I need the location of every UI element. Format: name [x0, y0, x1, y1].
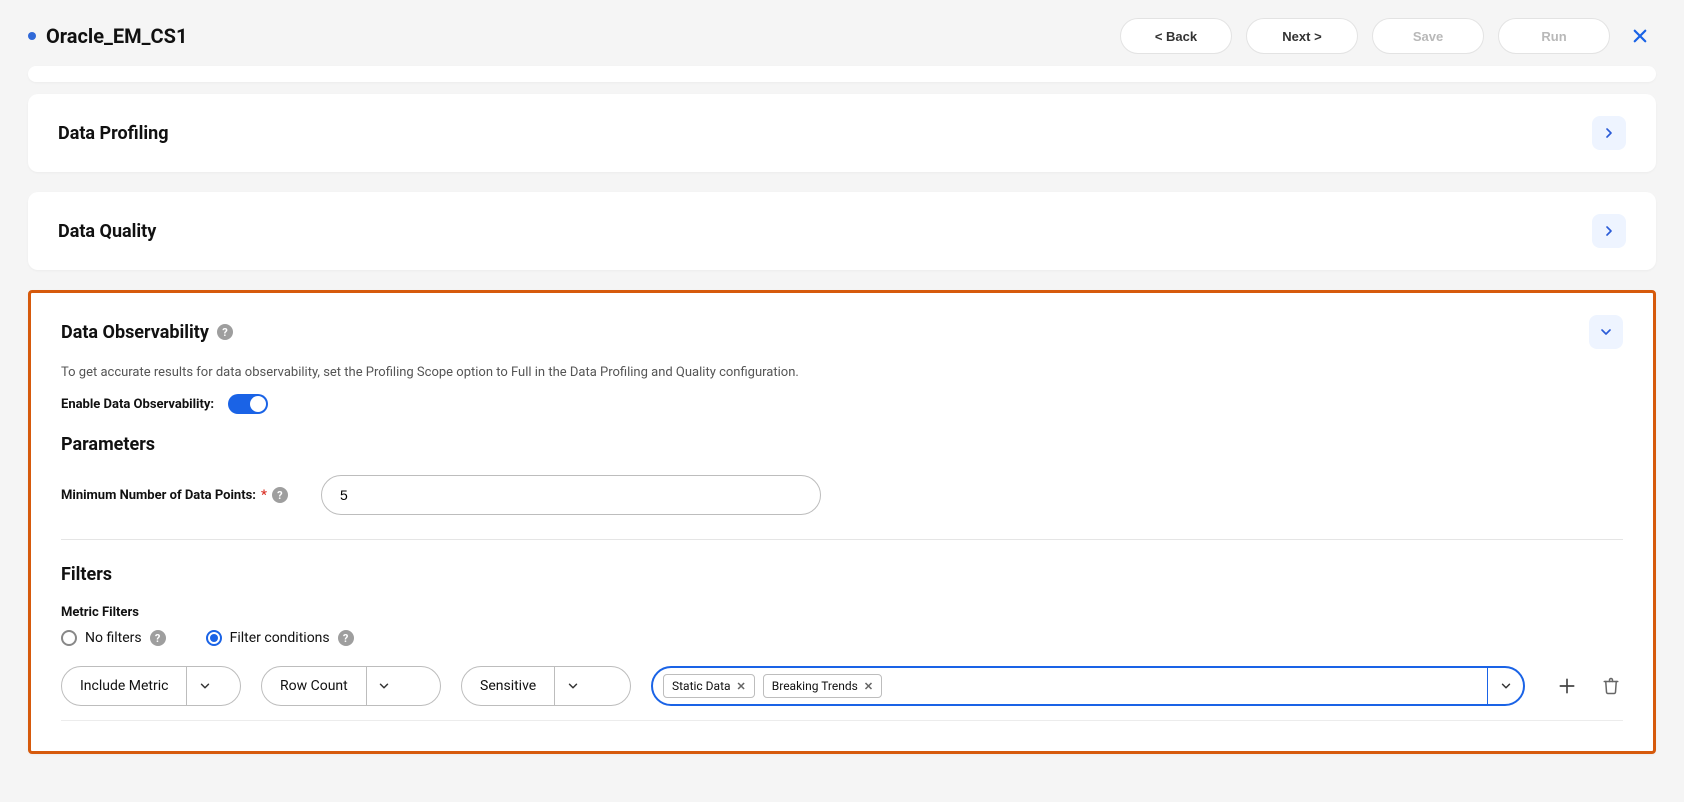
help-icon[interactable]: ? — [272, 487, 288, 503]
delete-filter-icon[interactable] — [1599, 674, 1623, 698]
expand-quality-button[interactable] — [1592, 214, 1626, 248]
card-data-profiling: Data Profiling — [28, 94, 1656, 172]
run-button: Run — [1498, 18, 1610, 54]
chevron-down-icon[interactable] — [366, 667, 402, 705]
required-asterisk: * — [261, 488, 267, 503]
enable-observability-label: Enable Data Observability: — [61, 397, 214, 412]
radio-filter-conditions-label: Filter conditions — [230, 630, 330, 646]
card-quality-title: Data Quality — [58, 221, 156, 242]
save-button: Save — [1372, 18, 1484, 54]
observability-info-text: To get accurate results for data observa… — [61, 361, 1623, 394]
filter-tags-body: Static Data ✕ Breaking Trends ✕ — [653, 668, 1487, 704]
filter-action-select[interactable]: Include Metric — [61, 666, 241, 706]
radio-no-filters-item[interactable]: No filters ? — [61, 630, 166, 646]
chevron-down-icon[interactable] — [554, 667, 590, 705]
page-title: Oracle_EM_CS1 — [46, 24, 187, 48]
filter-mode-select[interactable]: Sensitive — [461, 666, 631, 706]
separator-card — [28, 66, 1656, 82]
metric-filters-label: Metric Filters — [61, 605, 1623, 620]
radio-no-filters[interactable] — [61, 630, 77, 646]
chevron-down-icon[interactable] — [1487, 668, 1523, 704]
divider — [61, 539, 1623, 540]
help-icon[interactable]: ? — [338, 630, 354, 646]
tag-chip-label: Breaking Trends — [772, 679, 858, 693]
filter-mode-value: Sensitive — [462, 667, 554, 705]
next-button[interactable]: Next > — [1246, 18, 1358, 54]
radio-filter-conditions-item[interactable]: Filter conditions ? — [206, 630, 354, 646]
filter-metric-value: Row Count — [262, 667, 366, 705]
back-button[interactable]: < Back — [1120, 18, 1232, 54]
divider — [61, 720, 1623, 721]
parameters-title: Parameters — [61, 434, 1623, 455]
main-content: Data Profiling Data Quality Data Observa… — [0, 66, 1684, 802]
tag-chip: Breaking Trends ✕ — [763, 674, 882, 698]
remove-tag-icon[interactable]: ✕ — [737, 680, 746, 693]
tag-chip-label: Static Data — [672, 679, 731, 693]
min-data-points-label: Minimum Number of Data Points: * ? — [61, 487, 301, 503]
filters-title: Filters — [61, 564, 1623, 585]
help-icon[interactable]: ? — [217, 324, 233, 340]
observability-title: Data Observability — [61, 322, 209, 343]
card-data-quality: Data Quality — [28, 192, 1656, 270]
filter-condition-row: Include Metric Row Count Sensitive — [61, 666, 1623, 706]
filter-action-value: Include Metric — [62, 667, 186, 705]
min-data-points-row: Minimum Number of Data Points: * ? — [61, 475, 1623, 515]
filter-tags-multiselect[interactable]: Static Data ✕ Breaking Trends ✕ — [651, 666, 1525, 706]
header-actions: < Back Next > Save Run — [1120, 18, 1656, 54]
chevron-down-icon[interactable] — [186, 667, 222, 705]
radio-filter-conditions[interactable] — [206, 630, 222, 646]
enable-observability-toggle[interactable] — [228, 394, 268, 414]
remove-tag-icon[interactable]: ✕ — [864, 680, 873, 693]
radio-no-filters-label: No filters — [85, 630, 142, 646]
help-icon[interactable]: ? — [150, 630, 166, 646]
tag-chip: Static Data ✕ — [663, 674, 755, 698]
expand-profiling-button[interactable] — [1592, 116, 1626, 150]
enable-observability-row: Enable Data Observability: — [61, 394, 1623, 414]
status-dot-icon — [28, 32, 36, 40]
min-data-points-input[interactable] — [321, 475, 821, 515]
filter-mode-radio-group: No filters ? Filter conditions ? — [61, 630, 1623, 646]
title-wrap: Oracle_EM_CS1 — [28, 24, 187, 48]
close-icon[interactable] — [1624, 20, 1656, 52]
add-filter-icon[interactable] — [1555, 674, 1579, 698]
card-data-observability: Data Observability ? To get accurate res… — [28, 290, 1656, 754]
filter-row-actions — [1555, 674, 1623, 698]
page-header: Oracle_EM_CS1 < Back Next > Save Run — [0, 0, 1684, 66]
filter-metric-select[interactable]: Row Count — [261, 666, 441, 706]
card-profiling-title: Data Profiling — [58, 123, 169, 144]
collapse-observability-button[interactable] — [1589, 315, 1623, 349]
